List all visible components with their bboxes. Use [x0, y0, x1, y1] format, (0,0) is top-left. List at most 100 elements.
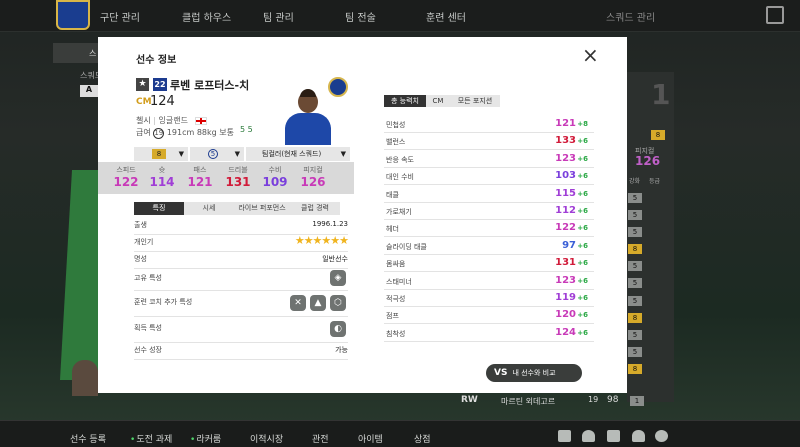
- chevron-down-icon: ▼: [234, 150, 240, 158]
- tab-features[interactable]: 특징: [134, 202, 184, 215]
- bg-row-ovr: 98: [607, 395, 619, 405]
- bg-row-num: 1: [630, 396, 644, 406]
- stat-value: 122: [555, 222, 576, 234]
- stat-bonus: +6: [577, 172, 588, 181]
- exit-icon[interactable]: [766, 6, 784, 24]
- skill-select[interactable]: 5 ▼: [190, 147, 244, 161]
- background-squad-row[interactable]: RW 마르틴 외데고르 19 98: [455, 392, 627, 410]
- main-stat-value: 121: [187, 175, 213, 189]
- mail-icon[interactable]: [607, 430, 620, 442]
- bg-badge: 8: [628, 244, 642, 254]
- compare-button[interactable]: VS 내 선수와 비교: [486, 364, 582, 382]
- background-panel-label: 스: [89, 49, 97, 58]
- tab-club-history[interactable]: 클럽 경력: [290, 202, 340, 215]
- england-flag-icon: [194, 116, 207, 125]
- growth-label: 선수 성장: [134, 346, 162, 354]
- trait-icon[interactable]: ✕: [290, 295, 306, 311]
- bg-badge: 8: [628, 313, 642, 323]
- bg-badge: 5: [628, 193, 642, 203]
- stat-row: 반응 속도 123 +6: [384, 151, 594, 168]
- stat-bonus: +6: [577, 328, 588, 337]
- main-stat-label: 드리블: [228, 166, 248, 174]
- shield-icon[interactable]: [582, 430, 595, 442]
- tab-price[interactable]: 시세: [184, 202, 234, 215]
- modal-title: 선수 정보: [136, 55, 177, 66]
- bg-badge: 5: [628, 210, 642, 220]
- player-club: 첼시: [136, 116, 151, 125]
- bottom-nav-locker[interactable]: •라커룸: [190, 432, 221, 445]
- bg-row-name: 마르틴 외데고르: [501, 397, 556, 406]
- main-stats: 스피드 122 슛 114 패스 121 드리블 131 수비 109 피지컬 126: [98, 162, 354, 194]
- home-icon[interactable]: [558, 430, 571, 442]
- nav-training-center[interactable]: 훈련 센터: [426, 9, 466, 24]
- tab-live-performance[interactable]: 라이브 퍼포먼스: [234, 202, 290, 215]
- foot-icon: 5 5: [240, 125, 253, 134]
- bottom-nav-register[interactable]: 선수 등록: [70, 432, 106, 445]
- trait-icon[interactable]: ◈: [330, 270, 346, 286]
- bottom-navigation: [0, 420, 800, 447]
- bottom-nav-transfer[interactable]: 이적시장: [250, 432, 283, 445]
- stat-tabs: 총 능력치 CM 모든 포지션: [384, 95, 500, 107]
- bg-badge: 5: [628, 261, 642, 271]
- stat-row: 적극성 119 +6: [384, 290, 594, 307]
- profile-icon[interactable]: [632, 430, 645, 442]
- main-stat-label: 패스: [193, 166, 207, 174]
- bottom-nav-watch[interactable]: 관전: [312, 432, 329, 445]
- gear-icon[interactable]: [655, 430, 668, 442]
- stat-bonus: +6: [577, 137, 588, 146]
- bg-badge: 5: [628, 330, 642, 340]
- stat-label: 적극성: [386, 295, 406, 303]
- main-stat: 피지컬 126: [293, 165, 333, 189]
- star-icon[interactable]: ★: [136, 78, 149, 91]
- bg-badge: 8: [628, 364, 642, 374]
- stat-label: 헤더: [386, 225, 399, 234]
- detail-growth: 선수 성장 가능: [134, 343, 348, 360]
- detail-birth: 출생 1996.1.23: [134, 218, 348, 235]
- tab-cm[interactable]: CM: [426, 95, 450, 107]
- main-stat-value: 122: [113, 175, 139, 189]
- stat-bonus: +6: [577, 259, 588, 268]
- nav-squad-management[interactable]: 스쿼드 관리: [606, 9, 655, 24]
- team-color-select[interactable]: 팀컬러(현재 스쿼드) ▼: [246, 147, 350, 161]
- player-body-type: 보통: [219, 128, 235, 137]
- player-weight: 88kg: [196, 128, 217, 137]
- stat-label: 몸싸움: [386, 260, 406, 269]
- birth-value: 1996.1.23: [312, 220, 348, 228]
- player-portrait: [283, 87, 333, 145]
- player-height: 191cm: [166, 128, 195, 137]
- bottom-nav-shop[interactable]: 상점: [414, 432, 431, 445]
- close-button[interactable]: ×: [582, 45, 599, 65]
- tab-total-stats[interactable]: 총 능력치: [384, 95, 426, 107]
- stat-bonus: +6: [577, 207, 588, 215]
- nav-club-management[interactable]: 구단 관리: [100, 9, 140, 24]
- trait-icon[interactable]: ⬡: [330, 295, 346, 311]
- stat-bonus: +8: [577, 120, 588, 128]
- stat-value: 133: [555, 135, 576, 147]
- nav-team-management[interactable]: 팀 관리: [263, 9, 294, 24]
- stat-value: 112: [555, 205, 576, 216]
- stat-bonus: +6: [577, 276, 588, 285]
- compare-label: 내 선수와 비교: [512, 369, 556, 377]
- enhance-select[interactable]: 8 ▼: [134, 147, 188, 161]
- bottom-nav-items[interactable]: 아이템: [358, 432, 383, 445]
- club-logo-icon: [56, 0, 90, 30]
- unique-trait-label: 고유 특성: [134, 274, 162, 282]
- fame-value: 일반선수: [322, 255, 348, 263]
- growth-value: 가능: [335, 346, 348, 354]
- main-stat: 패스 121: [180, 165, 220, 189]
- tab-all-positions[interactable]: 모든 포지션: [450, 95, 500, 107]
- bottom-nav-challenge[interactable]: •도전 과제: [130, 432, 172, 445]
- nav-team-tactics[interactable]: 팀 전술: [345, 9, 376, 24]
- stat-value: 119: [555, 292, 576, 303]
- stat-row: 스태미너 123 +6: [384, 273, 594, 290]
- trait-icon[interactable]: ◐: [330, 321, 346, 337]
- nav-club-house[interactable]: 클럽 하우스: [182, 9, 231, 24]
- bg-row-position: RW: [461, 395, 478, 405]
- stat-label: 점프: [386, 312, 399, 321]
- bg-badge: 8: [651, 130, 665, 140]
- stat-row: 몸싸움 131 +6: [384, 255, 594, 273]
- stat-bonus: +6: [577, 154, 588, 163]
- trait-icon[interactable]: ▲: [310, 295, 326, 311]
- bg-badge: 5: [628, 296, 642, 306]
- stat-bonus: +6: [577, 294, 588, 302]
